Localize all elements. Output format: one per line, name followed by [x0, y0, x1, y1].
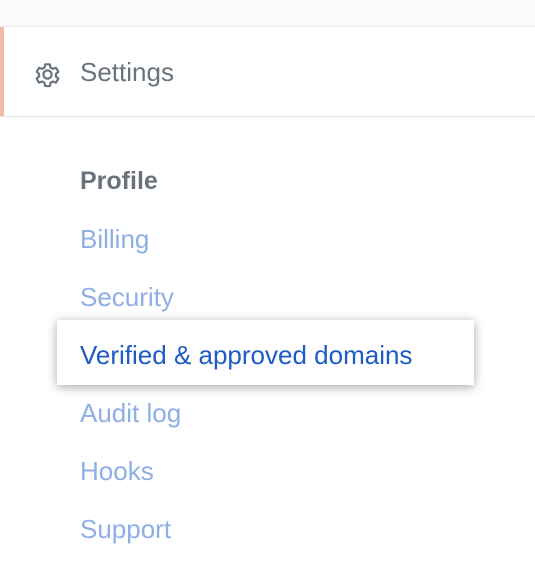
menu-heading-profile: Profile: [80, 167, 158, 195]
settings-label: Settings: [80, 57, 174, 87]
active-accent-bar: [0, 27, 4, 116]
menu-item-audit-log[interactable]: Audit log: [80, 396, 181, 430]
menu-item-billing[interactable]: Billing: [80, 222, 149, 256]
settings-nav-item[interactable]: Settings: [0, 27, 535, 117]
menu-item-security[interactable]: Security: [80, 280, 174, 314]
settings-page: Settings Profile Billing Security Verifi…: [0, 0, 535, 563]
top-strip: [0, 0, 535, 27]
menu-item-hooks[interactable]: Hooks: [80, 454, 154, 488]
gear-icon: [35, 63, 60, 88]
menu-item-verified-domains[interactable]: Verified & approved domains: [80, 338, 412, 372]
menu-item-support[interactable]: Support: [80, 512, 171, 546]
